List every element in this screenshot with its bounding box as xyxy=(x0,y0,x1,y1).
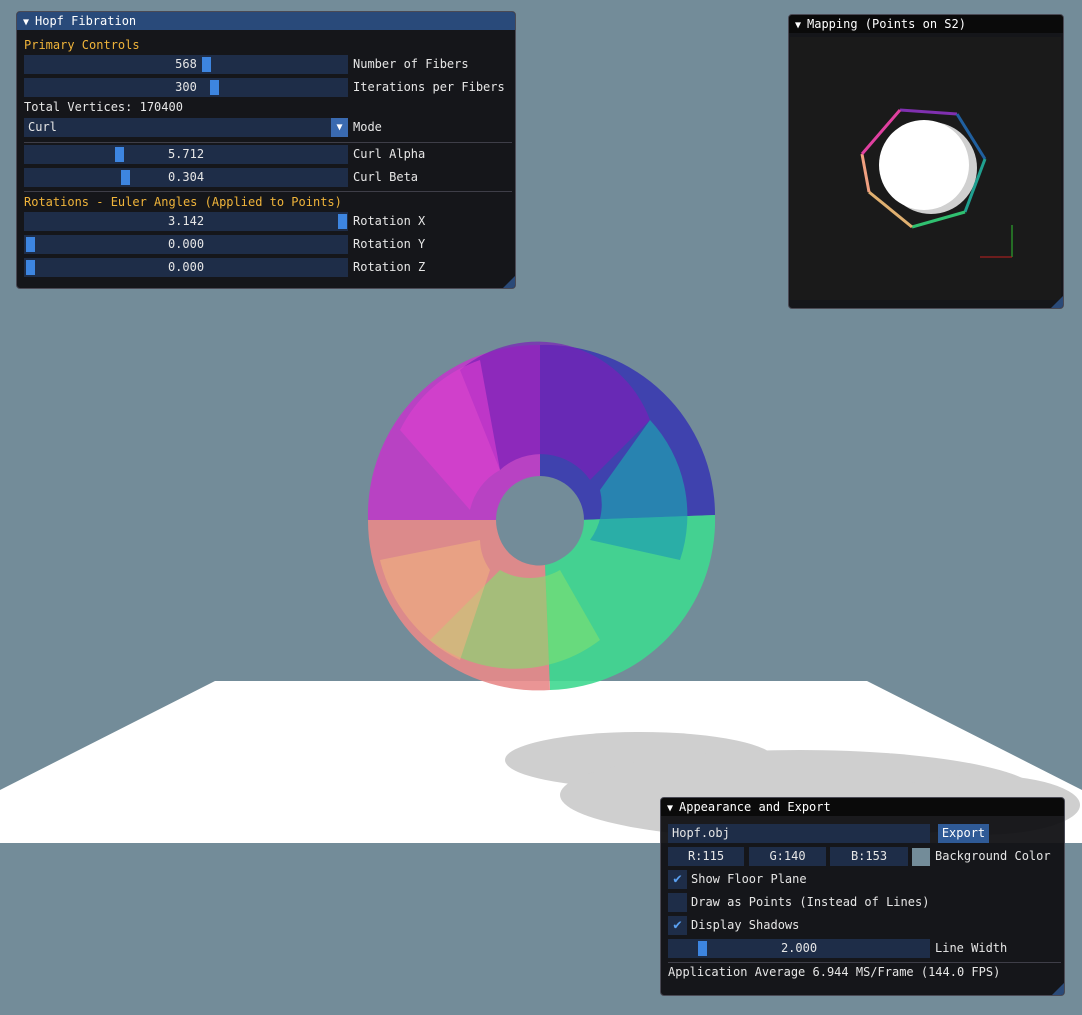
resize-grip-icon[interactable] xyxy=(1052,983,1064,995)
rotation-z-value: 0.000 xyxy=(167,260,205,274)
curl-beta-label: Curl Beta xyxy=(353,170,419,184)
fibers-slider[interactable]: 568 xyxy=(24,55,348,74)
triangle-down-icon[interactable]: ▼ xyxy=(667,800,679,818)
rotation-z-slider-grab[interactable] xyxy=(26,260,35,275)
mapping-canvas[interactable] xyxy=(790,37,1061,300)
mapping-window-titlebar[interactable]: ▼ Mapping (Points on S2) xyxy=(789,15,1063,33)
hopf-torus xyxy=(367,341,716,691)
background-color-label: Background Color xyxy=(935,849,1051,863)
resize-grip-icon[interactable] xyxy=(1051,296,1063,308)
fps-stats: Application Average 6.944 MS/Frame (144.… xyxy=(668,965,1001,979)
iterations-slider-grab[interactable] xyxy=(210,80,219,95)
triangle-down-icon[interactable]: ▼ xyxy=(23,14,35,32)
rotation-x-slider[interactable]: 3.142 xyxy=(24,212,348,231)
rotation-x-slider-grab[interactable] xyxy=(338,214,347,229)
appearance-window-titlebar[interactable]: ▼ Appearance and Export xyxy=(661,798,1064,816)
fibers-label: Number of Fibers xyxy=(353,57,469,71)
line-width-value: 2.000 xyxy=(780,941,818,955)
filename-value: Hopf.obj xyxy=(672,826,730,840)
rotation-z-label: Rotation Z xyxy=(353,260,426,274)
color-b-input[interactable]: B:153 xyxy=(830,847,908,866)
mode-label: Mode xyxy=(353,120,382,134)
hopf-window-title: Hopf Fibration xyxy=(35,14,137,28)
line-width-slider[interactable]: 2.000 xyxy=(668,939,930,958)
show-floor-checkbox[interactable]: ✔ xyxy=(668,870,687,889)
iterations-label: Iterations per Fibers xyxy=(353,80,505,94)
fibers-slider-grab[interactable] xyxy=(202,57,211,72)
display-shadows-checkbox[interactable]: ✔ xyxy=(668,916,687,935)
appearance-window-title: Appearance and Export xyxy=(679,800,831,814)
iterations-slider[interactable]: 300 xyxy=(24,78,348,97)
hopf-window-titlebar[interactable]: ▼ Hopf Fibration xyxy=(17,12,515,30)
fibers-value: 568 xyxy=(175,57,197,71)
mode-combo[interactable]: Curl ▼ xyxy=(24,118,348,137)
hopf-fibration-window[interactable]: ▼ Hopf Fibration Primary Controls 568 Num… xyxy=(16,11,516,289)
app-root: { "app": { "background_color": "#738c99"… xyxy=(0,0,1082,1015)
resize-grip-icon[interactable] xyxy=(503,276,515,288)
background-color-swatch[interactable] xyxy=(912,848,930,866)
curl-alpha-slider[interactable]: 5.712 xyxy=(24,145,348,164)
display-shadows-label: Display Shadows xyxy=(691,918,800,932)
triangle-down-icon[interactable]: ▼ xyxy=(331,118,348,137)
show-floor-label: Show Floor Plane xyxy=(691,872,807,886)
mode-value: Curl xyxy=(28,120,57,134)
rotation-y-slider[interactable]: 0.000 xyxy=(24,235,348,254)
separator xyxy=(24,142,512,143)
mapping-window[interactable]: ▼ Mapping (Points on S2) xyxy=(788,14,1064,309)
curl-alpha-slider-grab[interactable] xyxy=(115,147,124,162)
rotations-header: Rotations - Euler Angles (Applied to Poi… xyxy=(24,195,342,209)
draw-points-checkbox[interactable] xyxy=(668,893,687,912)
line-width-label: Line Width xyxy=(935,941,1008,955)
checkmark-icon: ✔ xyxy=(673,871,682,887)
rotation-y-slider-grab[interactable] xyxy=(26,237,35,252)
s2-sphere-view xyxy=(860,108,1013,258)
rotation-x-value: 3.142 xyxy=(167,214,205,228)
curl-beta-value: 0.304 xyxy=(167,170,205,184)
curl-alpha-value: 5.712 xyxy=(167,147,205,161)
iterations-value: 300 xyxy=(175,80,197,94)
total-vertices: Total Vertices: 170400 xyxy=(24,100,183,114)
separator xyxy=(24,191,512,192)
draw-points-label: Draw as Points (Instead of Lines) xyxy=(691,895,930,909)
appearance-export-window[interactable]: ▼ Appearance and Export Hopf.obj Export R… xyxy=(660,797,1065,996)
curl-alpha-label: Curl Alpha xyxy=(353,147,426,161)
color-g-input[interactable]: G:140 xyxy=(749,847,826,866)
rotation-x-label: Rotation X xyxy=(353,214,426,228)
curl-beta-slider[interactable]: 0.304 xyxy=(24,168,348,187)
triangle-down-icon[interactable]: ▼ xyxy=(795,17,807,35)
line-width-slider-grab[interactable] xyxy=(698,941,707,956)
rotation-y-value: 0.000 xyxy=(167,237,205,251)
rotation-z-slider[interactable]: 0.000 xyxy=(24,258,348,277)
export-button[interactable]: Export xyxy=(938,824,989,843)
checkmark-icon: ✔ xyxy=(673,917,682,933)
curl-beta-slider-grab[interactable] xyxy=(121,170,130,185)
primary-controls-header: Primary Controls xyxy=(24,38,140,52)
mapping-window-title: Mapping (Points on S2) xyxy=(807,17,966,31)
color-r-input[interactable]: R:115 xyxy=(668,847,744,866)
filename-input[interactable]: Hopf.obj xyxy=(668,824,930,843)
rotation-y-label: Rotation Y xyxy=(353,237,426,251)
